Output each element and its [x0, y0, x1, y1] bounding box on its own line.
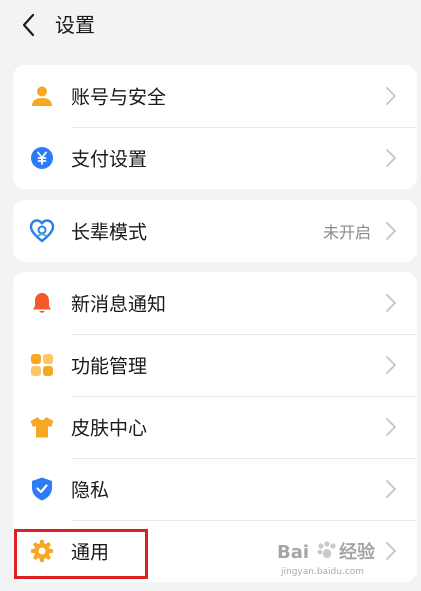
- settings-item-label: 功能管理: [71, 355, 148, 378]
- yuan-payment-icon: [29, 145, 55, 171]
- settings-item-feature-management[interactable]: 功能管理: [13, 334, 417, 396]
- shirt-icon: [29, 414, 55, 440]
- chevron-left-icon: [22, 13, 35, 37]
- page-title: 设置: [55, 13, 95, 37]
- settings-item-label: 隐私: [71, 479, 110, 502]
- settings-item-label: 皮肤中心: [71, 417, 148, 440]
- shield-check-icon: [29, 476, 55, 502]
- grid-icon: [29, 352, 55, 378]
- back-button[interactable]: [14, 10, 42, 40]
- settings-item-account-security[interactable]: 账号与安全: [13, 65, 417, 127]
- heart-shield-icon: [29, 218, 55, 244]
- settings-item-privacy[interactable]: 隐私: [13, 458, 417, 520]
- settings-group-elder: 长辈模式 未开启: [13, 200, 417, 262]
- bell-icon: [29, 290, 55, 316]
- chevron-right-icon: [386, 294, 396, 312]
- chevron-right-icon: [386, 480, 396, 498]
- settings-item-payment[interactable]: 支付设置: [13, 127, 417, 189]
- settings-item-label: 长辈模式: [71, 221, 148, 244]
- settings-item-general[interactable]: 通用: [13, 520, 417, 582]
- settings-item-skin-center[interactable]: 皮肤中心: [13, 396, 417, 458]
- settings-item-elder-mode[interactable]: 长辈模式 未开启: [13, 200, 417, 262]
- settings-item-label: 支付设置: [71, 148, 148, 171]
- settings-group-account: 账号与安全 支付设置: [13, 65, 417, 189]
- chevron-right-icon: [386, 356, 396, 374]
- chevron-right-icon: [386, 418, 396, 436]
- settings-item-label: 账号与安全: [71, 86, 167, 109]
- chevron-right-icon: [386, 542, 396, 560]
- settings-item-label: 通用: [71, 541, 110, 564]
- settings-group-general: 新消息通知 功能管理 皮肤中心 隐私 通用: [13, 272, 417, 582]
- settings-item-notifications[interactable]: 新消息通知: [13, 272, 417, 334]
- user-icon: [29, 83, 55, 109]
- chevron-right-icon: [386, 222, 396, 240]
- chevron-right-icon: [386, 87, 396, 105]
- chevron-right-icon: [386, 149, 396, 167]
- header-bar: 设置: [0, 0, 421, 52]
- elder-mode-status: 未开启: [322, 223, 371, 242]
- settings-item-label: 新消息通知: [71, 293, 167, 316]
- gear-icon: [29, 538, 55, 564]
